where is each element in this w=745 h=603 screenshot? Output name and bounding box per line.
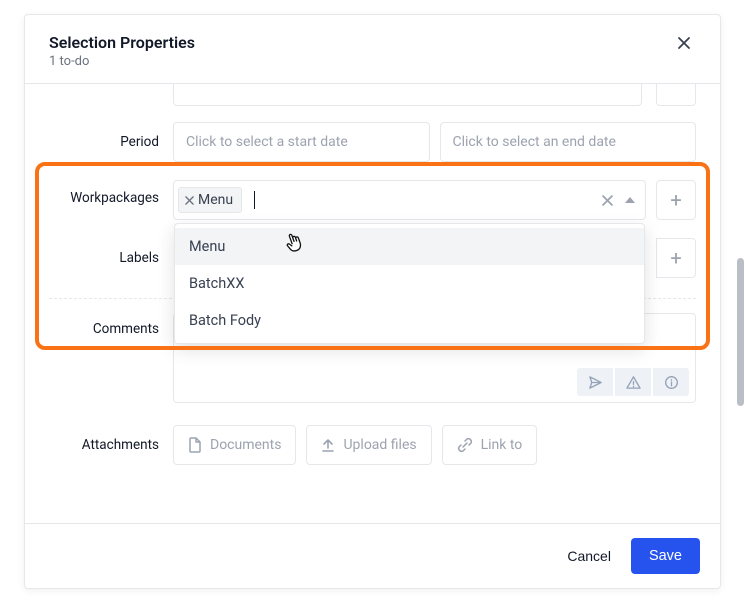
text-caret <box>254 191 255 209</box>
clear-icon[interactable] <box>598 195 617 206</box>
cancel-button[interactable]: Cancel <box>563 540 615 572</box>
modal-footer: Cancel Save <box>25 523 720 588</box>
period-row: Period Click to select a start date Clic… <box>49 116 696 168</box>
modal-subtitle: 1 to-do <box>49 54 195 69</box>
info-icon[interactable] <box>653 368 689 396</box>
workpackages-chip: Menu <box>178 187 242 213</box>
partial-row <box>49 84 696 106</box>
documents-button[interactable]: Documents <box>173 425 296 465</box>
attachments-label: Attachments <box>49 437 159 453</box>
workpackages-select[interactable]: Menu Menu BatchXX Batch Fody <box>173 180 646 220</box>
modal-header: Selection Properties 1 to-do <box>25 15 720 84</box>
modal-title: Selection Properties <box>49 33 195 52</box>
workpackages-dropdown: Menu BatchXX Batch Fody <box>174 223 645 344</box>
end-date-input[interactable]: Click to select an end date <box>440 122 697 162</box>
start-date-input[interactable]: Click to select a start date <box>173 122 430 162</box>
close-icon[interactable] <box>672 33 696 53</box>
warning-icon[interactable] <box>615 368 651 396</box>
chip-remove-icon[interactable] <box>185 196 194 205</box>
dropdown-item[interactable]: Menu <box>175 228 644 265</box>
comments-label: Comments <box>49 313 159 337</box>
period-label: Period <box>49 134 159 150</box>
dropdown-item[interactable]: Batch Fody <box>175 302 644 339</box>
link-icon <box>457 437 473 453</box>
dropdown-item[interactable]: BatchXX <box>175 265 644 302</box>
document-icon <box>188 437 202 453</box>
labels-label: Labels <box>49 250 159 266</box>
chip-label: Menu <box>198 192 233 208</box>
scrollbar[interactable] <box>737 258 744 406</box>
upload-button[interactable]: Upload files <box>306 425 431 465</box>
workpackages-row: Workpackages Menu Menu <box>49 168 696 226</box>
send-icon[interactable] <box>577 368 613 396</box>
modal-body: Period Click to select a start date Clic… <box>25 84 720 523</box>
selection-properties-modal: Selection Properties 1 to-do Period Clic… <box>24 14 721 589</box>
chevron-up-icon[interactable] <box>625 197 635 203</box>
workpackages-label: Workpackages <box>49 180 159 206</box>
upload-icon <box>321 437 335 453</box>
save-button[interactable]: Save <box>631 538 700 574</box>
link-to-button[interactable]: Link to <box>442 425 538 465</box>
add-workpackage-button[interactable]: + <box>656 180 696 220</box>
attachments-row: Attachments Documents Upload files Link … <box>49 419 696 471</box>
add-label-button[interactable]: + <box>656 238 696 278</box>
comments-footer <box>174 362 695 402</box>
